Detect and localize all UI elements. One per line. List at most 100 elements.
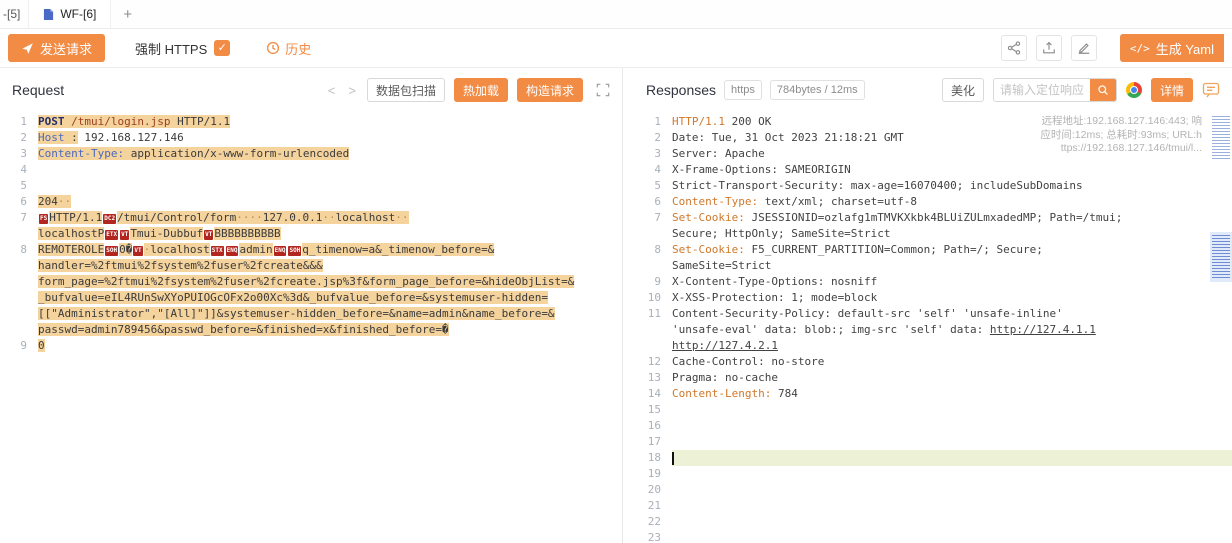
editor-line[interactable]: 21 <box>634 498 1232 514</box>
code-line-text: Cache-Control: no-store <box>672 354 1232 370</box>
code-token: _bufvalue=eIL4RUnSwXYoPUIOGcOFx2o00Xc%3d… <box>38 291 548 304</box>
generate-yaml-button[interactable]: </> 生成 Yaml <box>1120 34 1224 62</box>
search-icon[interactable] <box>1090 78 1116 102</box>
tab-previous[interactable]: -[5] <box>0 0 29 28</box>
editor-line[interactable]: localhostPETXVTTmui-DubbufVTBBBBBBBBBB <box>0 226 622 242</box>
control-char: ENQ <box>274 246 287 256</box>
editor-line[interactable]: 2Date: Tue, 31 Oct 2023 21:18:21 GMT <box>634 130 1232 146</box>
line-number: 12 <box>634 354 672 370</box>
editor-line[interactable]: 12Cache-Control: no-store <box>634 354 1232 370</box>
editor-line[interactable]: 9X-Content-Type-Options: nosniff <box>634 274 1232 290</box>
editor-line[interactable]: 17 <box>634 434 1232 450</box>
editor-line[interactable]: 20 <box>634 482 1232 498</box>
request-panel-header: Request < > 数据包扫描 热加载 构造请求 <box>0 68 622 112</box>
editor-line[interactable]: passwd=admin789456&passwd_before=&finish… <box>0 322 622 338</box>
tab-label: WF-[6] <box>60 7 96 21</box>
request-header-actions: < > 数据包扫描 热加载 构造请求 <box>326 78 610 102</box>
editor-line[interactable]: 5Strict-Transport-Security: max-age=1607… <box>634 178 1232 194</box>
editor-line[interactable]: 90 <box>0 338 622 354</box>
history-button[interactable]: 历史 <box>266 39 311 58</box>
share-button[interactable] <box>1001 35 1027 61</box>
editor-line[interactable]: 22 <box>634 514 1232 530</box>
editor-line[interactable]: 13Pragma: no-cache <box>634 370 1232 386</box>
fullscreen-icon[interactable] <box>596 83 610 97</box>
code-token: /tmui/login.jsp <box>71 115 177 128</box>
edit-button[interactable] <box>1071 35 1097 61</box>
code-token: text/xml; charset=utf-8 <box>758 195 917 208</box>
editor-line[interactable]: 10X-XSS-Protection: 1; mode=block <box>634 290 1232 306</box>
chevron-left-icon[interactable]: < <box>326 83 338 98</box>
code-token: http://127.4.2.1 <box>672 339 778 352</box>
editor-line[interactable]: [["Administrator","[All]"]]&systemuser-h… <box>0 306 622 322</box>
force-https-checkbox[interactable]: ✓ <box>214 40 230 56</box>
beautify-button[interactable]: 美化 <box>942 78 984 102</box>
line-number: 13 <box>634 370 672 386</box>
code-line-text <box>672 418 1232 434</box>
editor-line[interactable]: 4 <box>0 162 622 178</box>
editor-line[interactable]: 1HTTP/1.1 200 OK <box>634 114 1232 130</box>
code-line-text: HTTP/1.1 200 OK <box>672 114 1232 130</box>
control-char: FS <box>39 214 48 224</box>
tab-webfuzzer-active[interactable]: WF-[6] <box>29 0 111 28</box>
editor-line[interactable]: 18 <box>634 450 1232 466</box>
editor-line[interactable]: 4X-Frame-Options: SAMEORIGIN <box>634 162 1232 178</box>
editor-line[interactable]: 6204·· <box>0 194 622 210</box>
editor-line[interactable]: 2Host : 192.168.127.146 <box>0 130 622 146</box>
line-number <box>634 226 672 242</box>
editor-line[interactable]: 11Content-Security-Policy: default-src '… <box>634 306 1232 322</box>
editor-line[interactable]: _bufvalue=eIL4RUnSwXYoPUIOGcOFx2o00Xc%3d… <box>0 290 622 306</box>
code-token: Content-Length: <box>672 387 771 400</box>
feedback-chat-icon[interactable] <box>1202 81 1220 99</box>
code-token: 127.0.0.1 <box>263 211 323 224</box>
code-line-text: X-Frame-Options: SAMEORIGIN <box>672 162 1232 178</box>
hot-reload-button[interactable]: 热加载 <box>454 78 508 102</box>
editor-line[interactable]: 5 <box>0 178 622 194</box>
editor-line[interactable]: 15 <box>634 402 1232 418</box>
editor-line[interactable]: http://127.4.2.1 <box>634 338 1232 354</box>
editor-line[interactable]: 7Set-Cookie: JSESSIONID=ozlafg1mTMVKXkbk… <box>634 210 1232 226</box>
editor-line[interactable]: SameSite=Strict <box>634 258 1232 274</box>
editor-line[interactable]: form_page=%2ftmui%2fsystem%2fuser%2fcrea… <box>0 274 622 290</box>
chevron-right-icon[interactable]: > <box>346 83 358 98</box>
construct-request-button[interactable]: 构造请求 <box>517 78 583 102</box>
request-editor[interactable]: 1POST /tmui/login.jsp HTTP/1.12Host : 19… <box>0 112 622 543</box>
editor-line[interactable]: 19 <box>634 466 1232 482</box>
editor-line[interactable]: 7FSHTTP/1.1DC2/tmui/Control/form····127.… <box>0 210 622 226</box>
line-number <box>0 290 38 306</box>
packet-scan-button[interactable]: 数据包扫描 <box>367 78 445 102</box>
editor-line[interactable]: 6Content-Type: text/xml; charset=utf-8 <box>634 194 1232 210</box>
editor-line[interactable]: 23 <box>634 530 1232 543</box>
editor-line[interactable]: 14Content-Length: 784 <box>634 386 1232 402</box>
open-in-chrome-icon[interactable] <box>1126 82 1142 98</box>
editor-line[interactable]: 1POST /tmui/login.jsp HTTP/1.1 <box>0 114 622 130</box>
code-token: POST <box>38 115 71 128</box>
code-token: handler=%2ftmui%2fsystem%2fuser%2fcreate… <box>38 259 323 272</box>
send-request-button[interactable]: 发送请求 <box>8 34 105 62</box>
code-token: X-XSS-Protection: 1; mode=block <box>672 291 877 304</box>
line-number: 3 <box>634 146 672 162</box>
editor-line[interactable]: 3Server: Apache <box>634 146 1232 162</box>
export-button[interactable] <box>1036 35 1062 61</box>
force-https-label: 强制 HTTPS <box>135 39 207 58</box>
editor-line[interactable]: 8REMOTEROLESOH0�VT·localhostSTXENQadminE… <box>0 242 622 258</box>
code-line-text: Secure; HttpOnly; SameSite=Strict <box>672 226 1232 242</box>
editor-line[interactable]: 8Set-Cookie: F5_CURRENT_PARTITION=Common… <box>634 242 1232 258</box>
editor-line[interactable]: Secure; HttpOnly; SameSite=Strict <box>634 226 1232 242</box>
panel-splitter[interactable] <box>622 68 634 543</box>
code-token: : <box>65 131 78 144</box>
editor-line[interactable]: 3Content-Type: application/x-www-form-ur… <box>0 146 622 162</box>
response-editor[interactable]: 远程地址:192.168.127.146:443; 响 应时间:12ms; 总耗… <box>634 112 1232 543</box>
code-token: BBBBBBBBBB <box>214 227 280 240</box>
editor-line[interactable]: 16 <box>634 418 1232 434</box>
editor-line[interactable]: handler=%2ftmui%2fsystem%2fuser%2fcreate… <box>0 258 622 274</box>
code-line-text: form_page=%2ftmui%2fsystem%2fuser%2fcrea… <box>38 274 622 290</box>
editor-minimap[interactable] <box>1210 112 1232 543</box>
editor-line[interactable]: 'unsafe-eval' data: blob:; img-src 'self… <box>634 322 1232 338</box>
code-line-text: Server: Apache <box>672 146 1232 162</box>
line-number <box>634 338 672 354</box>
code-token: � <box>126 243 133 256</box>
add-tab-button[interactable]: + <box>123 6 132 23</box>
details-button[interactable]: 详情 <box>1151 78 1193 102</box>
code-token: 0 <box>119 243 126 256</box>
response-search-input[interactable] <box>994 79 1090 101</box>
